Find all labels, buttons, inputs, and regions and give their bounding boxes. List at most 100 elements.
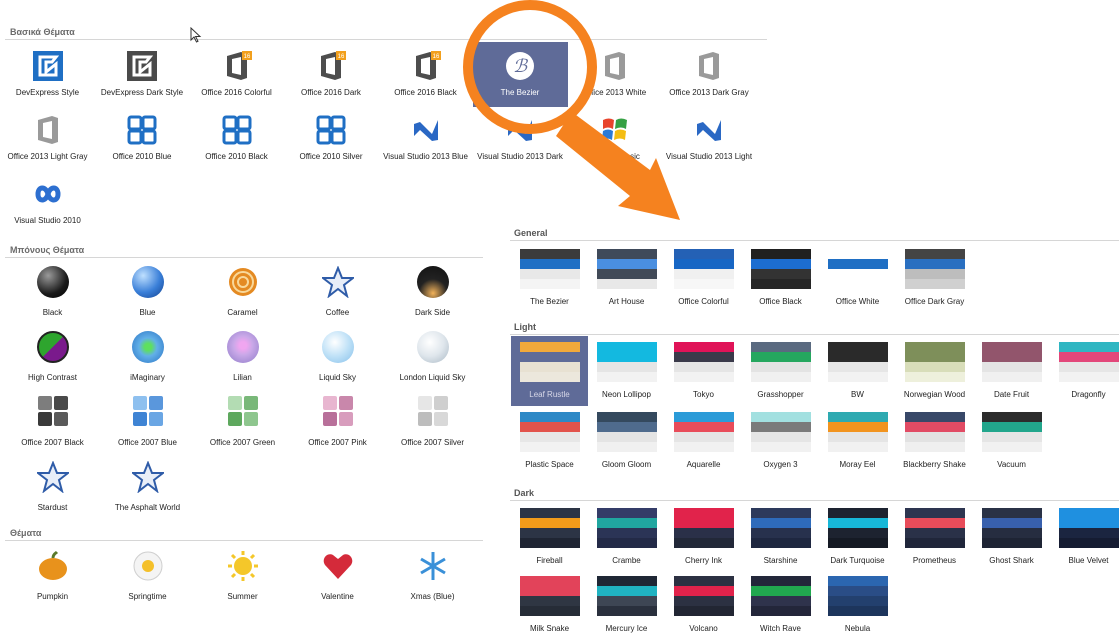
skin-item-seven-classic[interactable]: Seven Classic (567, 106, 662, 171)
palette-item-witch-rave[interactable]: Witch Rave (742, 570, 819, 639)
skin-item-office-2007-blue[interactable]: Office 2007 Blue (100, 392, 195, 457)
skin-item-office-2007-pink[interactable]: Office 2007 Pink (290, 392, 385, 457)
skin-label: The Asphalt World (114, 503, 181, 512)
imaginary-ball-icon (131, 331, 165, 365)
palette-item-plastic-space[interactable]: Plastic Space (511, 406, 588, 476)
palette-item-milk-snake[interactable]: Milk Snake (511, 570, 588, 639)
palette-label: Office White (835, 297, 880, 306)
palette-item-mercury-ice[interactable]: Mercury Ice (588, 570, 665, 639)
palette-item-norwegian-wood[interactable]: Norwegian Wood (896, 336, 973, 406)
skin-label: Springtime (128, 592, 167, 601)
skin-item-black[interactable]: Black (5, 262, 100, 327)
skin-item-blue[interactable]: Blue (100, 262, 195, 327)
palette-item-dark-turquoise[interactable]: Dark Turquoise (819, 502, 896, 572)
section-divider (5, 540, 483, 541)
skin-item-office-2016-colorful[interactable]: 16 Office 2016 Colorful (189, 42, 284, 107)
skin-item-the-bezier[interactable]: ℬ The Bezier (472, 42, 568, 107)
palette-item-starshine[interactable]: Starshine (742, 502, 819, 572)
palette-item-aquarelle[interactable]: Aquarelle (665, 406, 742, 476)
palette-item-blackberry-shake[interactable]: Blackberry Shake (896, 406, 973, 476)
palette-item-date-fruit[interactable]: Date Fruit (973, 336, 1050, 406)
star-icon (319, 265, 356, 300)
skin-item-coffee[interactable]: Coffee (290, 262, 385, 327)
skin-item-pumpkin[interactable]: Pumpkin (5, 546, 100, 611)
section-divider (5, 39, 767, 40)
skin-item-office-2007-silver[interactable]: Office 2007 Silver (385, 392, 480, 457)
skin-label: Office 2013 Dark Gray (669, 88, 749, 97)
palette-item-prometheus[interactable]: Prometheus (896, 502, 973, 572)
skin-item-visual-studio-2013-light[interactable]: Visual Studio 2013 Light (662, 106, 757, 171)
palette-item-office-white[interactable]: Office White (819, 243, 896, 313)
palette-swatch (750, 508, 811, 548)
skin-item-dark-side[interactable]: Dark Side (385, 262, 480, 327)
skin-item-stardust[interactable]: Stardust (5, 457, 100, 522)
palette-item-cherry-ink[interactable]: Cherry Ink (665, 502, 742, 572)
skin-item-imaginary[interactable]: iMaginary (100, 327, 195, 392)
office-2010-icon (126, 114, 158, 146)
skin-item-xmas-blue-[interactable]: Xmas (Blue) (385, 546, 480, 611)
palette-item-office-black[interactable]: Office Black (742, 243, 819, 313)
palette-item-bw[interactable]: BW (819, 336, 896, 406)
palette-item-leaf-rustle[interactable]: Leaf Rustle (511, 336, 588, 406)
palette-item-tokyo[interactable]: Tokyo (665, 336, 742, 406)
palette-item-volcano[interactable]: Volcano (665, 570, 742, 639)
skin-item-the-asphalt-world[interactable]: The Asphalt World (100, 457, 195, 522)
skin-item-office-2007-green[interactable]: Office 2007 Green (195, 392, 290, 457)
palette-item-dragonfly[interactable]: Dragonfly (1050, 336, 1119, 406)
skin-item-liquid-sky[interactable]: Liquid Sky (290, 327, 385, 392)
skin-item-office-2010-black[interactable]: Office 2010 Black (189, 106, 284, 171)
skin-item-caramel[interactable]: Caramel (195, 262, 290, 327)
skin-item-high-contrast[interactable]: High Contrast (5, 327, 100, 392)
palette-item-gloom-gloom[interactable]: Gloom Gloom (588, 406, 665, 476)
skin-item-visual-studio-2013-blue[interactable]: Visual Studio 2013 Blue (378, 106, 473, 171)
palette-item-crambe[interactable]: Crambe (588, 502, 665, 572)
palette-item-grasshopper[interactable]: Grasshopper (742, 336, 819, 406)
skin-item-office-2016-black[interactable]: 16 Office 2016 Black (378, 42, 473, 107)
skin-label: Xmas (Blue) (410, 592, 455, 601)
skin-item-visual-studio-2013-dark[interactable]: Visual Studio 2013 Dark (473, 106, 568, 171)
skin-item-office-2016-dark[interactable]: 16 Office 2016 Dark (284, 42, 379, 107)
palette-item-office-dark-gray[interactable]: Office Dark Gray (896, 243, 973, 313)
high-contrast-icon (36, 331, 70, 365)
palette-item-fireball[interactable]: Fireball (511, 502, 588, 572)
skin-item-valentine[interactable]: Valentine (290, 546, 385, 611)
skin-item-springtime[interactable]: Springtime (100, 546, 195, 611)
palette-item-blue-velvet[interactable]: Blue Velvet (1050, 502, 1119, 572)
skin-item-office-2010-silver[interactable]: Office 2010 Silver (284, 106, 379, 171)
black-ball-icon (36, 266, 70, 300)
skin-item-london-liquid-sky[interactable]: London Liquid Sky (385, 327, 480, 392)
skin-item-office-2013-light-gray[interactable]: Office 2013 Light Gray (0, 106, 95, 171)
office-2016-icon: 16 (410, 50, 442, 82)
skin-item-summer[interactable]: Summer (195, 546, 290, 611)
palette-item-nebula[interactable]: Nebula (819, 570, 896, 639)
skin-item-office-2007-black[interactable]: Office 2007 Black (5, 392, 100, 457)
palette-item-oxygen-3[interactable]: Oxygen 3 (742, 406, 819, 476)
palette-swatch (596, 342, 657, 382)
skin-item-devexpress-style[interactable]: DevExpress Style (0, 42, 95, 107)
skin-item-office-2013-white[interactable]: Office 2013 White (567, 42, 662, 107)
skin-item-devexpress-dark-style[interactable]: DevExpress Dark Style (95, 42, 190, 107)
palette-label: Dragonfly (1071, 390, 1106, 399)
skin-label: The Bezier (500, 88, 540, 97)
skin-label: Office 2010 Blue (112, 152, 172, 161)
palette-label: Date Fruit (993, 390, 1030, 399)
palette-label: Prometheus (912, 556, 957, 565)
palette-swatch (673, 576, 734, 616)
palette-item-office-colorful[interactable]: Office Colorful (665, 243, 742, 313)
palette-label: Plastic Space (525, 460, 574, 469)
palette-item-vacuum[interactable]: Vacuum (973, 406, 1050, 476)
palette-item-art-house[interactable]: Art House (588, 243, 665, 313)
skin-item-lilian[interactable]: Lilian (195, 327, 290, 392)
palette-item-the-bezier[interactable]: The Bezier (511, 243, 588, 313)
skin-item-visual-studio-2010[interactable]: Visual Studio 2010 (0, 170, 95, 235)
palette-swatch (750, 412, 811, 452)
skin-item-office-2013-dark-gray[interactable]: Office 2013 Dark Gray (662, 42, 757, 107)
palette-item-neon-lollipop[interactable]: Neon Lollipop (588, 336, 665, 406)
palette-item-moray-eel[interactable]: Moray Eel (819, 406, 896, 476)
palette-item-ghost-shark[interactable]: Ghost Shark (973, 502, 1050, 572)
skin-item-office-2010-blue[interactable]: Office 2010 Blue (95, 106, 190, 171)
svg-text:16: 16 (432, 54, 439, 60)
palette-label: Norwegian Wood (903, 390, 966, 399)
palette-swatch (981, 342, 1042, 382)
skin-label: Office 2013 White (582, 88, 647, 97)
